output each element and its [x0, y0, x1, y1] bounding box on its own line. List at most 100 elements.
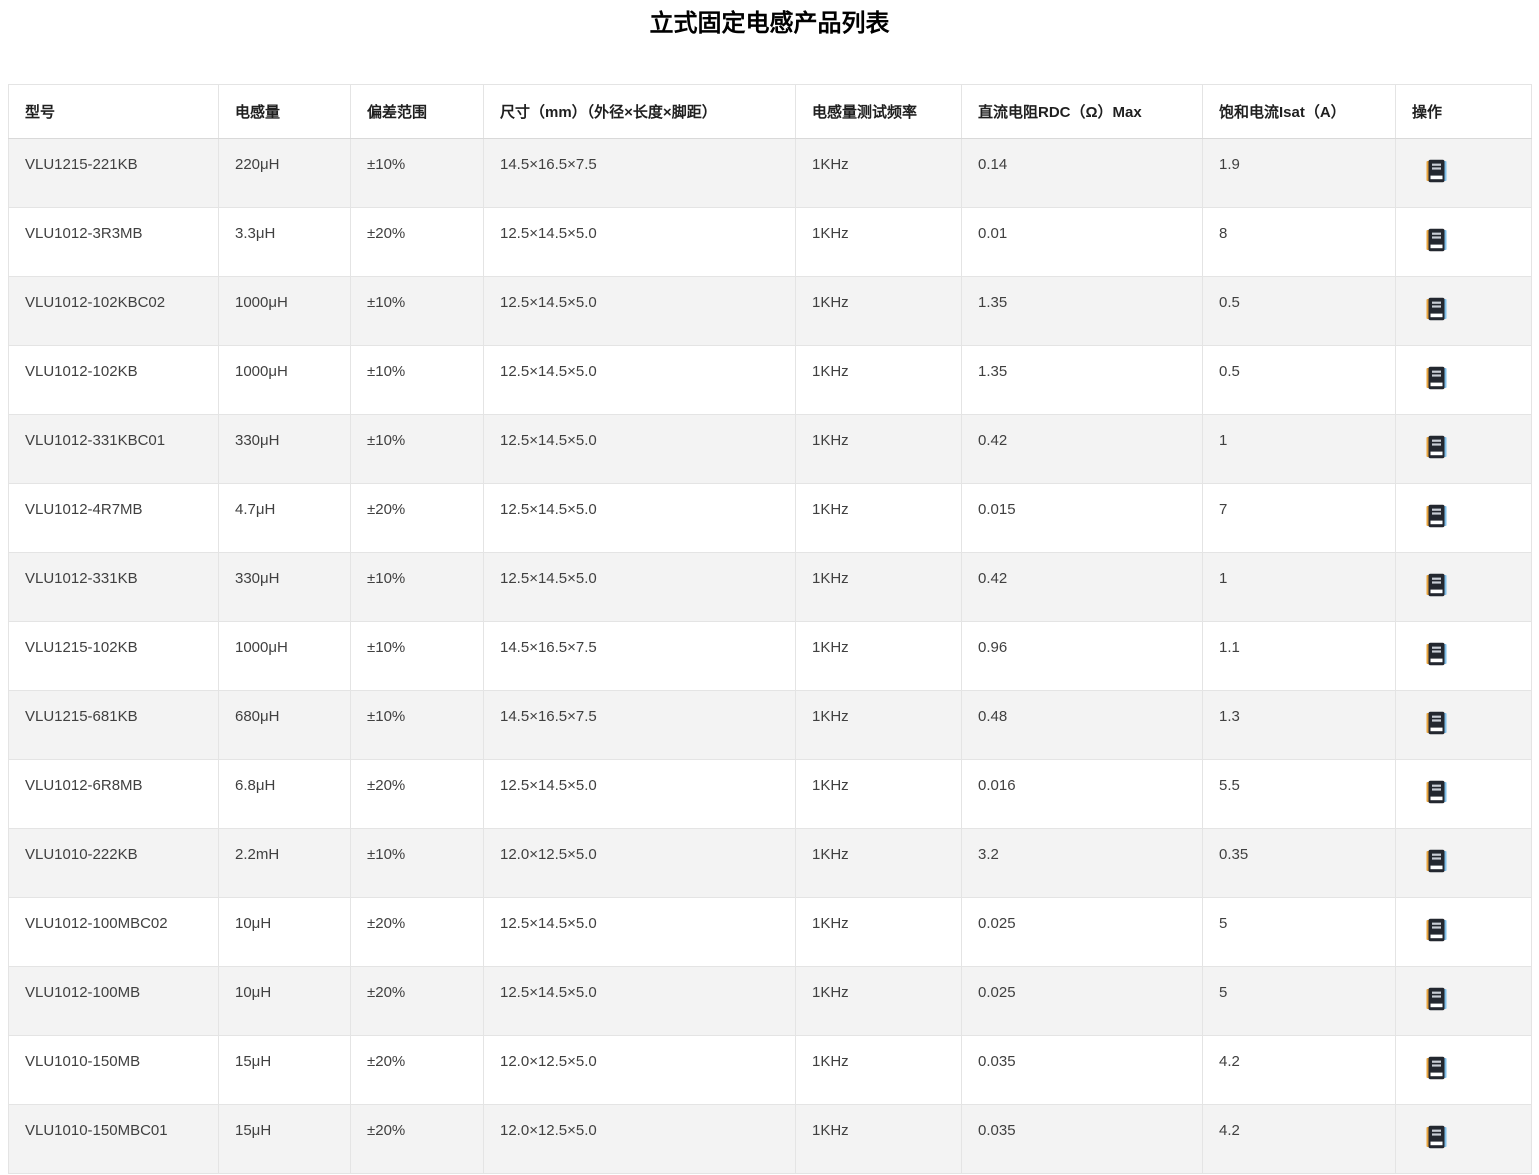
view-datasheet-button[interactable] — [1426, 642, 1447, 666]
cell-rdc: 0.48 — [962, 691, 1203, 760]
view-datasheet-button[interactable] — [1426, 573, 1447, 597]
column-header-tolerance: 偏差范围 — [351, 85, 484, 139]
view-datasheet-button[interactable] — [1426, 918, 1447, 942]
book-icon — [1426, 642, 1447, 666]
cell-inductance: 330μH — [219, 553, 351, 622]
column-header-model: 型号 — [9, 85, 219, 139]
column-header-inductance: 电感量 — [219, 85, 351, 139]
column-header-test-frequency: 电感量测试频率 — [796, 85, 962, 139]
cell-test-frequency: 1KHz — [796, 208, 962, 277]
cell-action — [1396, 415, 1532, 484]
cell-rdc: 1.35 — [962, 277, 1203, 346]
cell-inductance: 680μH — [219, 691, 351, 760]
cell-isat: 4.2 — [1203, 1036, 1396, 1105]
page-title: 立式固定电感产品列表 — [0, 0, 1539, 38]
cell-action — [1396, 1105, 1532, 1174]
book-icon — [1426, 297, 1447, 321]
cell-inductance: 3.3μH — [219, 208, 351, 277]
cell-test-frequency: 1KHz — [796, 553, 962, 622]
cell-inductance: 220μH — [219, 139, 351, 208]
cell-tolerance: ±20% — [351, 967, 484, 1036]
cell-inductance: 10μH — [219, 967, 351, 1036]
book-icon — [1426, 366, 1447, 390]
view-datasheet-button[interactable] — [1426, 297, 1447, 321]
view-datasheet-button[interactable] — [1426, 711, 1447, 735]
cell-rdc: 0.035 — [962, 1105, 1203, 1174]
cell-isat: 1.1 — [1203, 622, 1396, 691]
cell-size: 12.5×14.5×5.0 — [484, 208, 796, 277]
cell-isat: 0.5 — [1203, 346, 1396, 415]
book-icon — [1426, 849, 1447, 873]
view-datasheet-button[interactable] — [1426, 435, 1447, 459]
cell-isat: 5 — [1203, 898, 1396, 967]
cell-test-frequency: 1KHz — [796, 484, 962, 553]
cell-model: VLU1012-3R3MB — [9, 208, 219, 277]
column-header-rdc: 直流电阻RDC（Ω）Max — [962, 85, 1203, 139]
view-datasheet-button[interactable] — [1426, 228, 1447, 252]
cell-tolerance: ±20% — [351, 760, 484, 829]
view-datasheet-button[interactable] — [1426, 849, 1447, 873]
table-row: VLU1012-102KB 1000μH ±10% 12.5×14.5×5.0 … — [9, 346, 1532, 415]
cell-rdc: 0.96 — [962, 622, 1203, 691]
view-datasheet-button[interactable] — [1426, 987, 1447, 1011]
cell-tolerance: ±10% — [351, 277, 484, 346]
column-header-size: 尺寸（mm）（外径×长度×脚距） — [484, 85, 796, 139]
cell-model: VLU1215-681KB — [9, 691, 219, 760]
view-datasheet-button[interactable] — [1426, 504, 1447, 528]
cell-isat: 7 — [1203, 484, 1396, 553]
cell-inductance: 2.2mH — [219, 829, 351, 898]
table-body: VLU1215-221KB 220μH ±10% 14.5×16.5×7.5 1… — [9, 139, 1532, 1174]
table-row: VLU1012-100MBC02 10μH ±20% 12.5×14.5×5.0… — [9, 898, 1532, 967]
cell-isat: 1 — [1203, 415, 1396, 484]
cell-tolerance: ±20% — [351, 898, 484, 967]
product-table-container: 型号 电感量 偏差范围 尺寸（mm）（外径×长度×脚距） 电感量测试频率 直流电… — [8, 84, 1531, 1174]
cell-size: 14.5×16.5×7.5 — [484, 691, 796, 760]
cell-action — [1396, 553, 1532, 622]
cell-test-frequency: 1KHz — [796, 691, 962, 760]
view-datasheet-button[interactable] — [1426, 780, 1447, 804]
view-datasheet-button[interactable] — [1426, 1125, 1447, 1149]
cell-action — [1396, 1036, 1532, 1105]
cell-rdc: 0.14 — [962, 139, 1203, 208]
cell-model: VLU1012-102KBC02 — [9, 277, 219, 346]
cell-tolerance: ±20% — [351, 1036, 484, 1105]
cell-isat: 5 — [1203, 967, 1396, 1036]
cell-rdc: 0.025 — [962, 898, 1203, 967]
cell-action — [1396, 208, 1532, 277]
cell-test-frequency: 1KHz — [796, 277, 962, 346]
book-icon — [1426, 228, 1447, 252]
table-header-row: 型号 电感量 偏差范围 尺寸（mm）（外径×长度×脚距） 电感量测试频率 直流电… — [9, 85, 1532, 139]
cell-rdc: 0.015 — [962, 484, 1203, 553]
cell-inductance: 330μH — [219, 415, 351, 484]
book-icon — [1426, 1125, 1447, 1149]
cell-tolerance: ±10% — [351, 691, 484, 760]
book-icon — [1426, 573, 1447, 597]
cell-model: VLU1215-221KB — [9, 139, 219, 208]
cell-isat: 0.5 — [1203, 277, 1396, 346]
cell-inductance: 1000μH — [219, 277, 351, 346]
view-datasheet-button[interactable] — [1426, 1056, 1447, 1080]
cell-test-frequency: 1KHz — [796, 139, 962, 208]
column-header-action: 操作 — [1396, 85, 1532, 139]
cell-model: VLU1012-102KB — [9, 346, 219, 415]
cell-inductance: 15μH — [219, 1105, 351, 1174]
cell-model: VLU1012-100MB — [9, 967, 219, 1036]
cell-action — [1396, 622, 1532, 691]
cell-action — [1396, 139, 1532, 208]
cell-inductance: 1000μH — [219, 346, 351, 415]
view-datasheet-button[interactable] — [1426, 366, 1447, 390]
table-row: VLU1012-331KB 330μH ±10% 12.5×14.5×5.0 1… — [9, 553, 1532, 622]
cell-size: 12.5×14.5×5.0 — [484, 415, 796, 484]
table-row: VLU1010-150MB 15μH ±20% 12.0×12.5×5.0 1K… — [9, 1036, 1532, 1105]
cell-test-frequency: 1KHz — [796, 1036, 962, 1105]
cell-model: VLU1010-222KB — [9, 829, 219, 898]
cell-model: VLU1010-150MBC01 — [9, 1105, 219, 1174]
view-datasheet-button[interactable] — [1426, 159, 1447, 183]
cell-model: VLU1012-100MBC02 — [9, 898, 219, 967]
cell-test-frequency: 1KHz — [796, 622, 962, 691]
cell-rdc: 0.035 — [962, 1036, 1203, 1105]
cell-model: VLU1012-4R7MB — [9, 484, 219, 553]
table-row: VLU1012-4R7MB 4.7μH ±20% 12.5×14.5×5.0 1… — [9, 484, 1532, 553]
table-row: VLU1010-150MBC01 15μH ±20% 12.0×12.5×5.0… — [9, 1105, 1532, 1174]
cell-size: 14.5×16.5×7.5 — [484, 622, 796, 691]
